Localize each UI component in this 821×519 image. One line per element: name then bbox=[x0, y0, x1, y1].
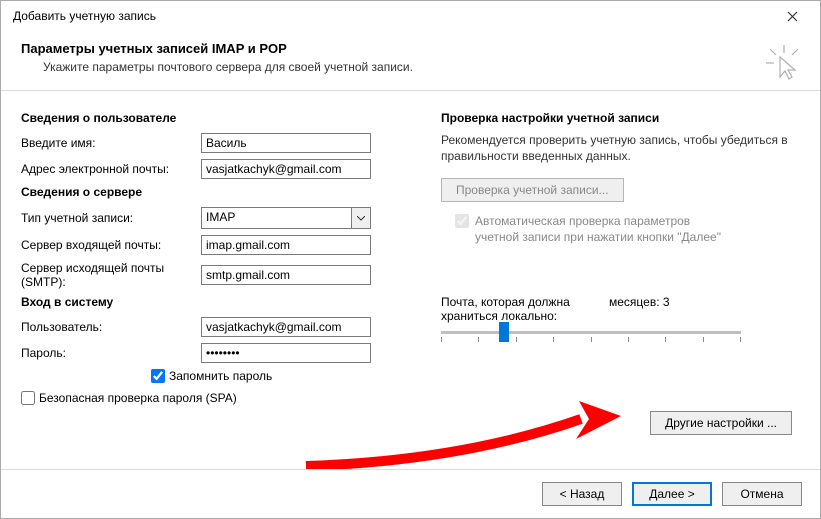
checkbox-remember[interactable] bbox=[151, 369, 165, 383]
left-column: Сведения о пользователе Введите имя: Адр… bbox=[21, 105, 421, 441]
label-user: Пользователь: bbox=[21, 320, 201, 334]
label-auto-check: Автоматическая проверка параметров учетн… bbox=[475, 214, 735, 245]
section-test-title: Проверка настройки учетной записи bbox=[441, 111, 800, 125]
checkbox-auto-check bbox=[455, 214, 469, 228]
close-button[interactable] bbox=[772, 2, 812, 30]
row-email: Адрес электронной почты: bbox=[21, 159, 421, 179]
more-settings-button[interactable]: Другие настройки ... bbox=[650, 411, 792, 435]
row-spa: Безопасная проверка пароля (SPA) bbox=[21, 391, 421, 405]
titlebar: Добавить учетную запись bbox=[1, 1, 820, 31]
label-incoming: Сервер входящей почты: bbox=[21, 238, 201, 252]
row-outgoing: Сервер исходящей почты (SMTP): bbox=[21, 261, 421, 289]
row-acct-type: Тип учетной записи: IMAP bbox=[21, 207, 421, 229]
section-user-info: Сведения о пользователе bbox=[21, 111, 421, 125]
section-login-info: Вход в систему bbox=[21, 295, 421, 309]
input-name[interactable] bbox=[201, 133, 371, 153]
input-email[interactable] bbox=[201, 159, 371, 179]
input-password[interactable] bbox=[201, 343, 371, 363]
chevron-down-icon bbox=[351, 208, 370, 228]
input-incoming[interactable] bbox=[201, 235, 371, 255]
checkbox-spa[interactable] bbox=[21, 391, 35, 405]
label-storage: Почта, которая должна храниться локально… bbox=[441, 295, 601, 323]
row-user: Пользователь: bbox=[21, 317, 421, 337]
next-button[interactable]: Далее > bbox=[632, 482, 712, 506]
select-acct-type[interactable]: IMAP bbox=[201, 207, 371, 229]
section-server-info: Сведения о сервере bbox=[21, 185, 421, 199]
storage-slider[interactable] bbox=[441, 331, 741, 334]
row-password: Пароль: bbox=[21, 343, 421, 363]
test-description: Рекомендуется проверить учетную запись, … bbox=[441, 133, 800, 164]
label-acct-type: Тип учетной записи: bbox=[21, 211, 201, 225]
test-account-button: Проверка учетной записи... bbox=[441, 178, 624, 202]
row-remember: Запомнить пароль bbox=[151, 369, 421, 383]
close-icon bbox=[787, 11, 798, 22]
footer: < Назад Далее > Отмена bbox=[1, 469, 820, 518]
slider-ticks bbox=[441, 337, 741, 342]
cancel-button[interactable]: Отмена bbox=[722, 482, 802, 506]
slider-track bbox=[441, 331, 741, 334]
row-name: Введите имя: bbox=[21, 133, 421, 153]
label-name: Введите имя: bbox=[21, 136, 201, 150]
header-subtitle: Укажите параметры почтового сервера для … bbox=[43, 60, 800, 74]
label-outgoing: Сервер исходящей почты (SMTP): bbox=[21, 261, 201, 289]
window-title: Добавить учетную запись bbox=[13, 9, 156, 23]
body: Сведения о пользователе Введите имя: Адр… bbox=[1, 91, 820, 451]
row-incoming: Сервер входящей почты: bbox=[21, 235, 421, 255]
row-storage: Почта, которая должна храниться локально… bbox=[441, 295, 800, 323]
label-password: Пароль: bbox=[21, 346, 201, 360]
value-storage: месяцев: 3 bbox=[609, 295, 670, 323]
right-column: Проверка настройки учетной записи Рекоме… bbox=[441, 105, 800, 441]
header: Параметры учетных записей IMAP и POP Ука… bbox=[1, 31, 820, 91]
dialog-window: Добавить учетную запись Параметры учетны… bbox=[0, 0, 821, 519]
back-button[interactable]: < Назад bbox=[542, 482, 622, 506]
label-spa: Безопасная проверка пароля (SPA) bbox=[39, 391, 237, 405]
input-outgoing[interactable] bbox=[201, 265, 371, 285]
select-acct-type-value: IMAP bbox=[202, 208, 351, 228]
input-user[interactable] bbox=[201, 317, 371, 337]
label-email: Адрес электронной почты: bbox=[21, 162, 201, 176]
cursor-icon bbox=[766, 45, 802, 84]
row-auto-check: Автоматическая проверка параметров учетн… bbox=[455, 214, 800, 245]
header-title: Параметры учетных записей IMAP и POP bbox=[21, 41, 800, 56]
label-remember: Запомнить пароль bbox=[169, 369, 272, 383]
